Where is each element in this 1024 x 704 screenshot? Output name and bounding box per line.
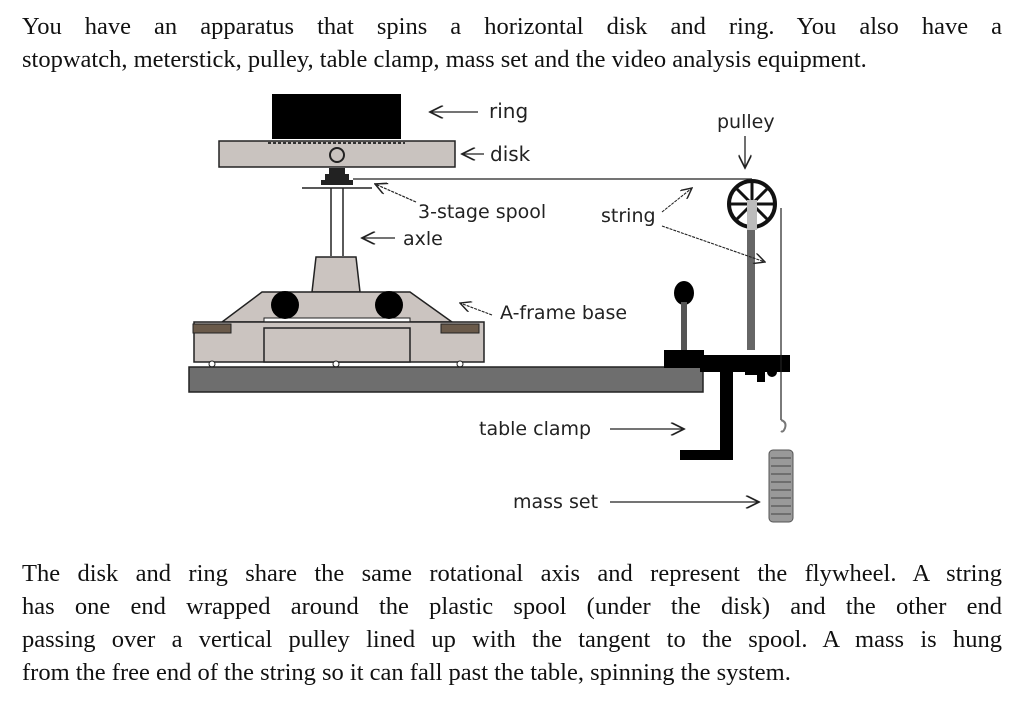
string-arrow-upper (661, 188, 692, 213)
aframe-arrow (460, 303, 493, 316)
spool-arrow (375, 184, 417, 203)
label-ring: ring (489, 99, 528, 123)
pulley-stand (664, 230, 755, 368)
closing-line-2: has one end wrapped around the plastic s… (22, 593, 1002, 620)
closing-line-3: passing over a vertical pulley lined up … (22, 626, 1002, 653)
axle (330, 188, 344, 256)
a-frame-base (192, 256, 485, 368)
ring (272, 94, 401, 139)
table (188, 366, 704, 393)
disk (218, 140, 456, 168)
spool (302, 168, 372, 189)
closing-line-4: from the free end of the string so it ca… (22, 659, 791, 686)
label-spool: 3-stage spool (418, 201, 546, 223)
label-pulley: pulley (717, 111, 775, 133)
label-disk: disk (490, 142, 531, 166)
label-table-clamp: table clamp (479, 418, 591, 440)
label-string: string (601, 205, 656, 227)
label-aframe: A-frame base (500, 302, 627, 324)
closing-line-1: The disk and ring share the same rotatio… (22, 560, 1002, 587)
label-mass-set: mass set (513, 491, 598, 513)
closing-paragraph: The disk and ring share the same rotatio… (22, 557, 1002, 689)
mass-set (768, 419, 794, 523)
label-axle: axle (403, 228, 443, 250)
pulley-wheel (727, 179, 777, 230)
